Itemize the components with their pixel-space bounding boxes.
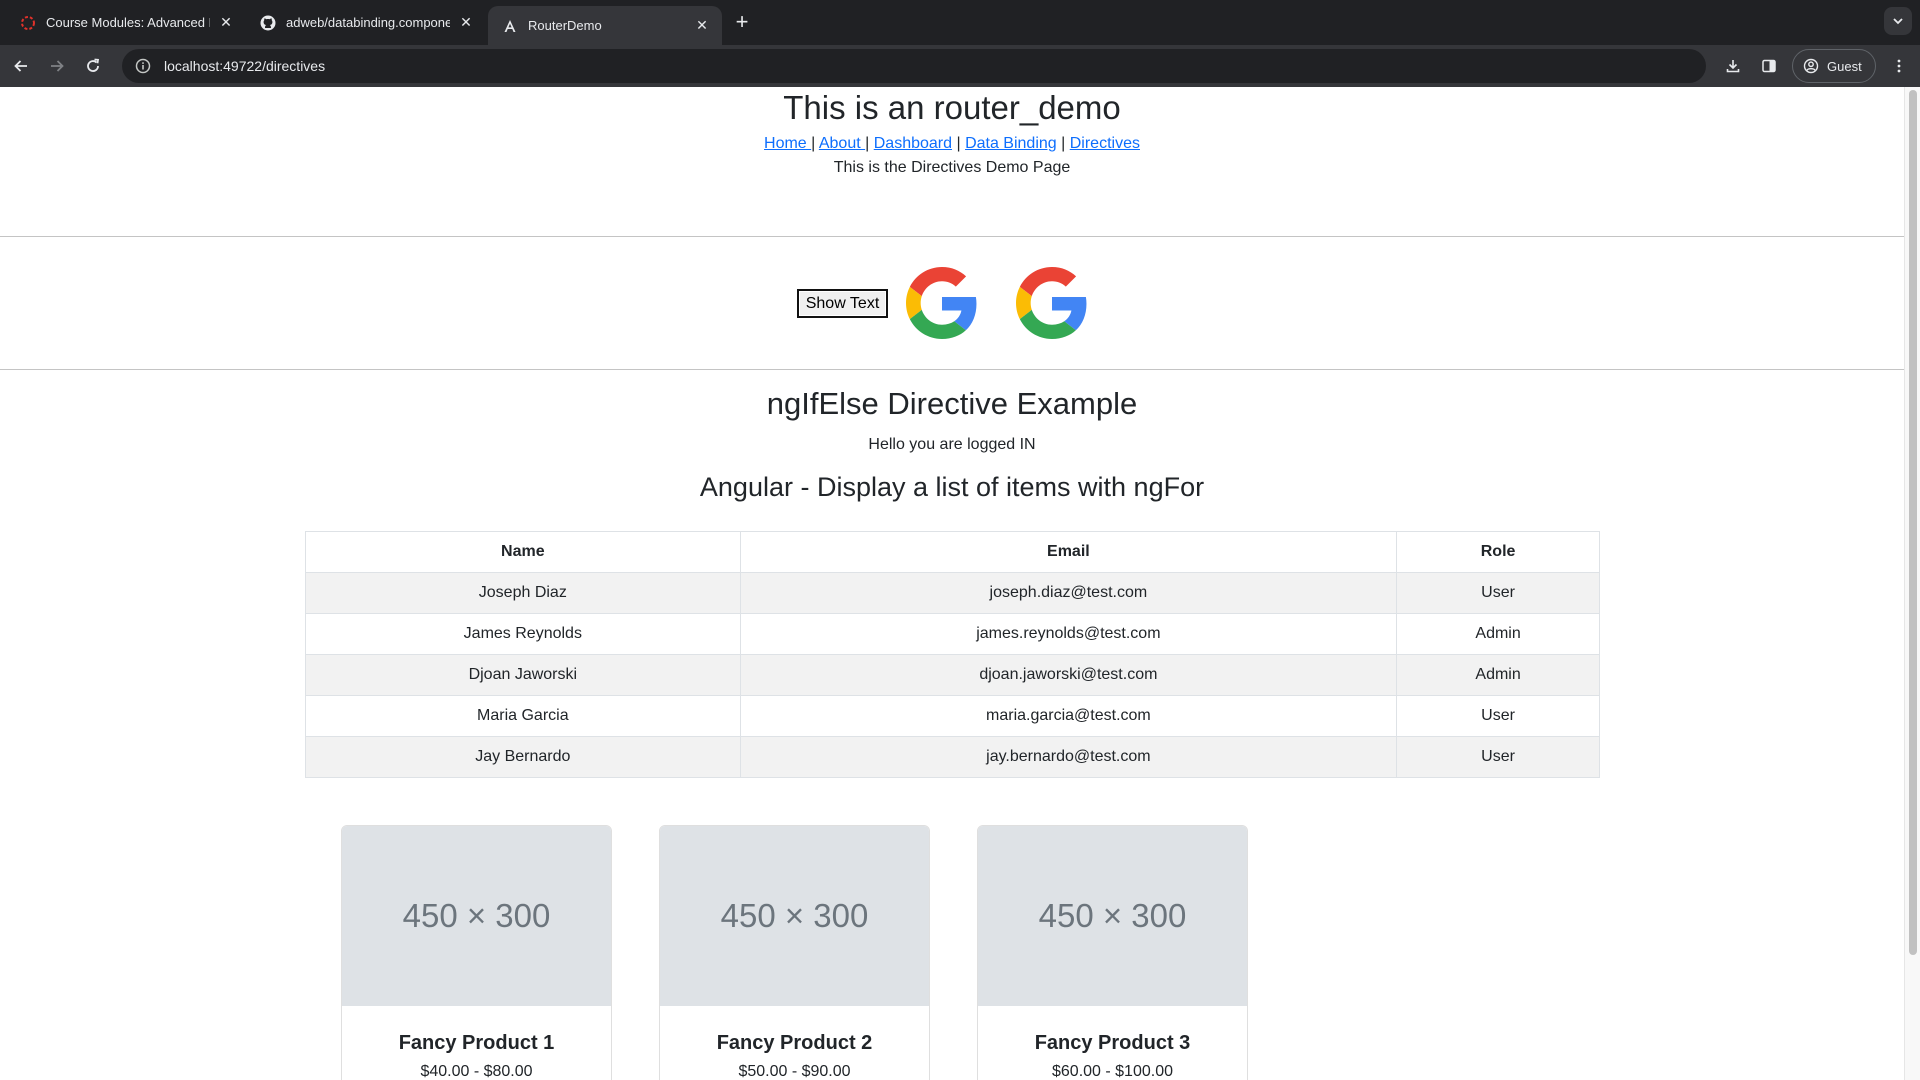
product-name: Fancy Product 3 (1034, 1032, 1191, 1054)
page-scrollbar[interactable] (1904, 87, 1920, 1080)
reload-icon (87, 58, 100, 72)
column-header-email: Email (739, 531, 1398, 573)
product-name: Fancy Product 2 (716, 1032, 873, 1054)
back-button[interactable] (8, 53, 34, 79)
browser-menu-button[interactable] (1886, 53, 1912, 79)
users-table: Name Email Role Joseph Diaz joseph.diaz@… (305, 531, 1600, 778)
forward-button[interactable] (44, 53, 70, 79)
angular-icon (502, 18, 518, 34)
course-icon (20, 15, 36, 31)
table-header-row: Name Email Role (305, 531, 1600, 573)
cell-email: maria.garcia@test.com (739, 695, 1398, 737)
show-text-button[interactable]: Show Text (797, 289, 888, 318)
profile-button[interactable]: Guest (1792, 49, 1876, 83)
cell-name: Joseph Diaz (305, 572, 741, 614)
product-image-placeholder: 450 × 300 (342, 826, 611, 1006)
main-nav: Home | About | Dashboard | Data Binding … (0, 134, 1904, 154)
site-info-icon[interactable] (134, 57, 152, 75)
cell-name: James Reynolds (305, 613, 741, 655)
nav-separator: | (865, 135, 874, 152)
google-logo-icon (1016, 267, 1087, 339)
scrollbar-thumb[interactable] (1909, 90, 1917, 955)
cell-role: User (1396, 572, 1600, 614)
nav-link-directives[interactable]: Directives (1070, 135, 1140, 152)
product-card: 450 × 300 Fancy Product 2 $50.00 - $90.0… (659, 825, 930, 1080)
reload-button[interactable] (80, 53, 106, 79)
product-price: $50.00 - $90.00 (738, 1063, 851, 1080)
tab-title: RouterDemo (528, 18, 602, 33)
table-row: James Reynolds james.reynolds@test.com A… (305, 613, 1600, 655)
profile-label: Guest (1827, 58, 1862, 74)
nav-link-dashboard[interactable]: Dashboard (874, 135, 952, 152)
cell-name: Djoan Jaworski (305, 654, 741, 696)
arrow-right-icon (51, 60, 64, 72)
tab-title: Course Modules: Advanced D (46, 15, 210, 30)
product-price: $40.00 - $80.00 (420, 1063, 533, 1080)
close-tab-icon[interactable]: ✕ (218, 14, 234, 31)
ngfor-heading: Angular - Display a list of items with n… (699, 472, 1205, 502)
product-image-placeholder: 450 × 300 (978, 826, 1247, 1006)
github-icon (260, 15, 276, 31)
cell-role: Admin (1396, 613, 1600, 655)
product-card: 450 × 300 Fancy Product 1 $40.00 - $80.0… (341, 825, 612, 1080)
side-panel-icon (1762, 59, 1776, 73)
nav-link-data-binding[interactable]: Data Binding (965, 135, 1057, 152)
nav-separator: | (811, 135, 819, 152)
google-logo-icon (906, 267, 977, 339)
page-title: This is an router_demo (783, 89, 1121, 126)
column-header-role: Role (1396, 531, 1600, 573)
product-image-placeholder: 450 × 300 (660, 826, 929, 1006)
download-icon (1726, 60, 1740, 73)
cell-name: Jay Bernardo (305, 736, 741, 778)
divider (0, 369, 1904, 370)
ngif-heading: ngIfElse Directive Example (766, 386, 1138, 421)
table-row: Jay Bernardo jay.bernardo@test.com User (305, 736, 1600, 778)
nav-separator: | (1056, 135, 1070, 152)
column-header-name: Name (305, 531, 741, 573)
browser-tab-strip: Course Modules: Advanced D ✕ adweb/datab… (0, 0, 1920, 45)
tab-github[interactable]: adweb/databinding.compone ✕ (246, 6, 486, 39)
product-price: $60.00 - $100.00 (1052, 1063, 1173, 1080)
more-vert-icon (1897, 59, 1901, 73)
cell-email: joseph.diaz@test.com (739, 572, 1398, 614)
product-name: Fancy Product 1 (398, 1032, 555, 1054)
close-tab-icon[interactable]: ✕ (458, 14, 474, 31)
url-text: localhost:49722/directives (164, 58, 326, 74)
downloads-button[interactable] (1720, 53, 1746, 79)
table-row: Maria Garcia maria.garcia@test.com User (305, 695, 1600, 737)
cell-role: User (1396, 736, 1600, 778)
cell-role: Admin (1396, 654, 1600, 696)
tab-course-modules[interactable]: Course Modules: Advanced D ✕ (6, 6, 246, 39)
nav-link-home[interactable]: Home (764, 135, 811, 152)
address-bar[interactable]: localhost:49722/directives (122, 49, 1706, 83)
cell-email: djoan.jaworski@test.com (739, 654, 1398, 696)
tab-routerdemo[interactable]: RouterDemo ✕ (488, 6, 722, 45)
divider (0, 236, 1904, 237)
login-status-text: Hello you are logged IN (868, 436, 1036, 453)
tab-title: adweb/databinding.compone (286, 15, 450, 30)
cell-email: james.reynolds@test.com (739, 613, 1398, 655)
cell-role: User (1396, 695, 1600, 737)
new-tab-button[interactable]: + (730, 9, 754, 34)
tab-search-button[interactable] (1884, 7, 1912, 35)
browser-toolbar: localhost:49722/directives Guest (0, 45, 1920, 87)
arrow-left-icon (14, 60, 27, 72)
close-tab-icon[interactable]: ✕ (694, 17, 710, 34)
table-row: Djoan Jaworski djoan.jaworski@test.com A… (305, 654, 1600, 696)
table-row: Joseph Diaz joseph.diaz@test.com User (305, 572, 1600, 614)
cell-email: jay.bernardo@test.com (739, 736, 1398, 778)
nav-separator: | (952, 135, 966, 152)
side-panel-button[interactable] (1756, 53, 1782, 79)
cell-name: Maria Garcia (305, 695, 741, 737)
page-viewport: This is an router_demo Home | About | Da… (0, 87, 1904, 1080)
page-subtitle: This is the Directives Demo Page (833, 159, 1071, 176)
product-card: 450 × 300 Fancy Product 3 $60.00 - $100.… (977, 825, 1248, 1080)
profile-icon (1803, 58, 1819, 74)
nav-link-about[interactable]: About (819, 135, 865, 152)
chevron-down-icon (1893, 18, 1903, 25)
